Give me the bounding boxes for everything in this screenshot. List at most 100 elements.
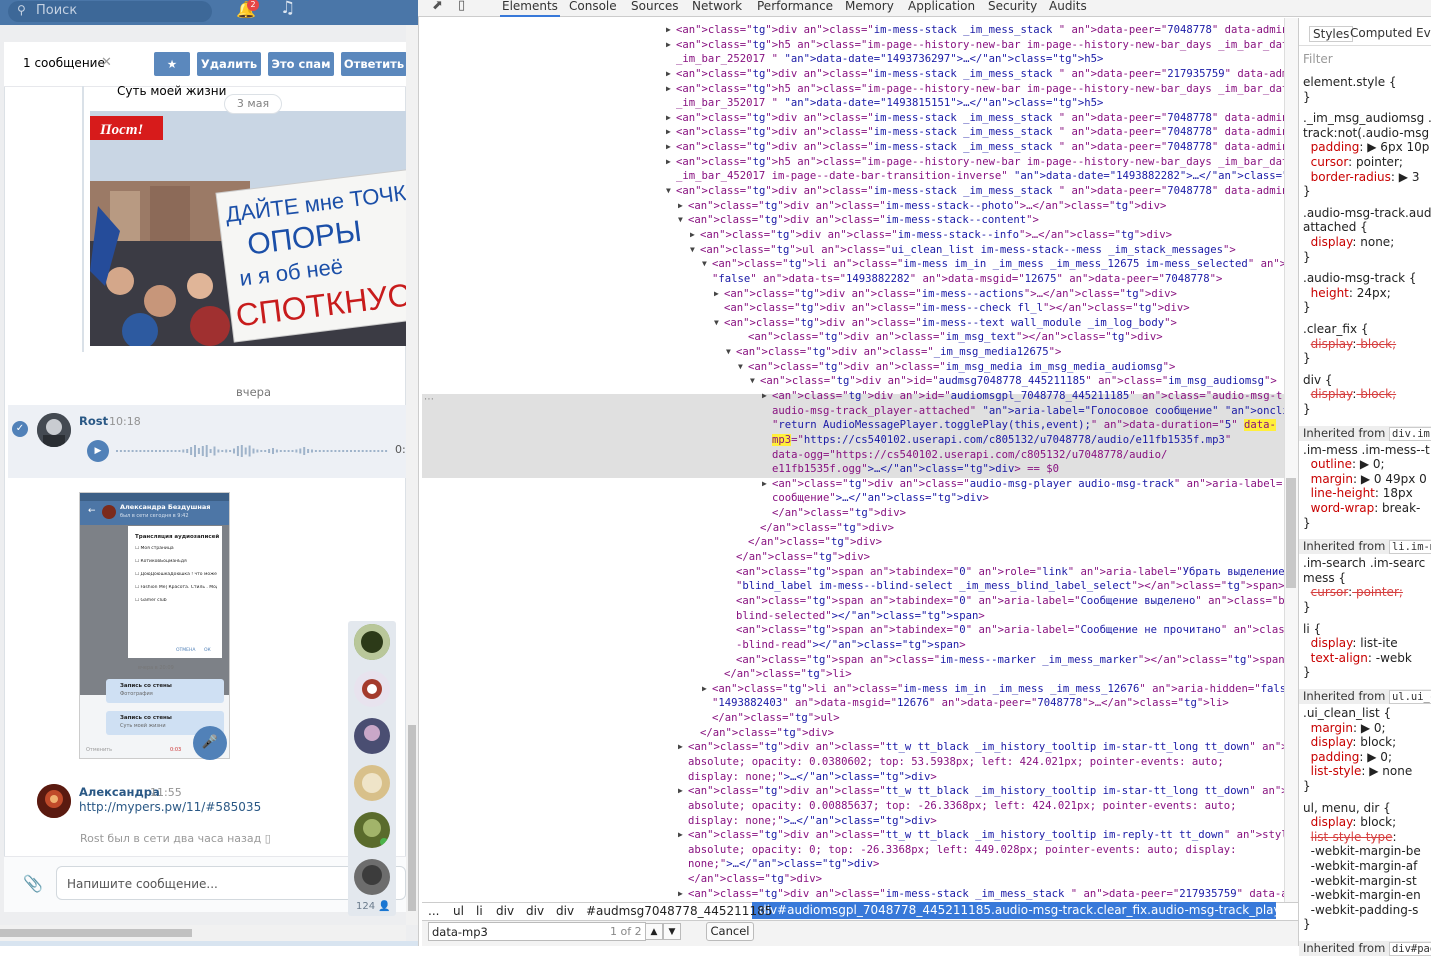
expand-arrow-icon[interactable]: ▶ <box>678 887 683 902</box>
style-rule-line[interactable]: border-radius: ▶ 3 <box>1303 170 1420 185</box>
friend-avatar[interactable] <box>354 671 390 707</box>
dom-node-line[interactable]: _im_bar_252017 " "an">data-date="1493736… <box>676 52 1103 67</box>
style-rule-line[interactable]: .audio-msg-track.aud <box>1303 206 1431 221</box>
play-icon[interactable]: ▶ <box>87 440 109 462</box>
reply-button[interactable]: Ответить <box>341 52 407 76</box>
style-rule-line[interactable]: element.style { <box>1303 75 1397 90</box>
style-rule-line[interactable]: -webkit-margin-be <box>1303 844 1421 859</box>
breadcrumb-item[interactable]: div <box>526 904 544 918</box>
audio-waveform[interactable] <box>116 444 388 458</box>
expand-arrow-icon[interactable]: ▼ <box>726 345 731 360</box>
find-prev-button[interactable]: ▲ <box>645 923 663 940</box>
style-rule-line[interactable]: li { <box>1303 622 1321 637</box>
expand-arrow-icon[interactable]: ▶ <box>762 389 767 404</box>
dom-node-line[interactable]: ▶ <an">class="tg">div an">class="tt_w tt_… <box>678 740 1284 755</box>
dom-node-line[interactable]: <an">class="tg">span an">tabindex="0" an… <box>736 565 1284 580</box>
expand-arrow-icon[interactable]: ▶ <box>762 477 767 492</box>
breadcrumb-item[interactable]: div <box>556 904 574 918</box>
tab-elements[interactable]: Elements <box>500 0 560 17</box>
dom-node-line[interactable]: ▶ <an">class="tg">div an">class="im-mess-… <box>678 199 1166 214</box>
expand-arrow-icon[interactable]: ▶ <box>702 682 707 697</box>
expand-arrow-icon[interactable]: ▶ <box>678 199 683 214</box>
dom-node-line[interactable]: audio-msg-track_player-attached" "an">ar… <box>772 404 1284 419</box>
dom-node-line[interactable]: </an">class="tg">ul> <box>712 711 840 726</box>
dom-node-line[interactable]: ▼ <an">class="tg">div an">id="audmsg70487… <box>750 374 1277 389</box>
dom-node-line[interactable]: "blind_label im-mess--blind-select _im_m… <box>736 579 1284 594</box>
tab-console[interactable]: Console <box>567 0 619 17</box>
breadcrumb-item[interactable]: #audmsg7048778_445211185 <box>586 904 772 918</box>
dom-node-line[interactable]: ▶ <an">class="tg">div an">class="audio-ms… <box>762 477 1284 492</box>
dom-node-line[interactable]: ▶ <an">class="tg">h5 an">class="im-page--… <box>666 38 1284 53</box>
style-rule-line[interactable]: display: block; <box>1303 387 1397 402</box>
breadcrumb-item[interactable]: ul <box>453 904 464 918</box>
expand-arrow-icon[interactable]: ▼ <box>678 213 683 228</box>
search-input[interactable]: ⚲ Поиск <box>8 1 212 22</box>
style-rule-line[interactable]: -webkit-margin-af <box>1303 859 1418 874</box>
style-rule-line[interactable]: track:not(.audio-msg <box>1303 126 1429 141</box>
expand-arrow-icon[interactable]: ▶ <box>690 228 695 243</box>
style-rule-line[interactable]: } <box>1303 402 1311 417</box>
expand-arrow-icon[interactable]: ▶ <box>678 784 683 799</box>
dom-node-line[interactable]: ▶ <an">class="tg">h5 an">class="im-page--… <box>666 155 1284 170</box>
device-toggle-icon[interactable]: ▯ <box>458 0 465 13</box>
dom-node-line[interactable]: ▼ <an">class="tg">div an">class="im-mess-… <box>714 316 1177 331</box>
style-rule-line[interactable]: div { <box>1303 373 1333 388</box>
style-rule-line[interactable]: .im-search .im-searc <box>1303 556 1425 571</box>
dom-node-line[interactable]: <an">class="tg">span an">tabindex="0" an… <box>736 623 1284 638</box>
dom-node-line[interactable]: absolute; opacity: 0.00885637; top: -26.… <box>688 799 1237 814</box>
expand-arrow-icon[interactable]: ▶ <box>678 828 683 843</box>
style-rule-line[interactable]: display: list-ite <box>1303 636 1398 651</box>
style-rule-line[interactable]: word-wrap: break- <box>1303 501 1421 516</box>
dom-node-line[interactable]: ▼ <an">class="tg">div an">class="im-mess-… <box>678 213 1039 228</box>
friend-avatar[interactable] <box>354 859 390 895</box>
dom-node-line[interactable]: ▶ <an">class="tg">li an">class="im-mess i… <box>702 682 1284 697</box>
dom-node-line[interactable]: _im_bar_352017 " "an">data-date="1493815… <box>676 96 1103 111</box>
style-rule-line[interactable]: outline: ▶ 0; <box>1303 457 1385 472</box>
dom-node-line[interactable]: absolute; opacity: 0; top: -26.3368px; l… <box>688 843 1237 858</box>
delete-button[interactable]: Удалить <box>197 52 261 76</box>
find-cancel-button[interactable]: Cancel <box>706 922 754 941</box>
dom-node-line[interactable]: data-ogg="https://cs540102.userapi.com/c… <box>772 448 1167 463</box>
expand-arrow-icon[interactable]: ▼ <box>666 184 671 199</box>
expand-arrow-icon[interactable]: ▶ <box>666 125 671 140</box>
clear-selection-icon[interactable]: ✕ <box>101 55 112 70</box>
style-rule-line[interactable]: list-style-type: <box>1303 830 1397 845</box>
phone-screenshot[interactable]: ← Александра Бездушная был в сети сегодн… <box>79 492 230 759</box>
inherited-selector[interactable]: div#pag <box>1388 942 1431 956</box>
avatar[interactable] <box>37 413 71 447</box>
spam-button[interactable]: Это спам <box>268 52 334 76</box>
style-rule-line[interactable]: -webkit-margin-en <box>1303 888 1421 903</box>
dom-node-line[interactable]: ▶ <an">class="tg">div an">class="im-mess-… <box>666 125 1284 140</box>
post-photo[interactable]: Пост! ДАЙТЕ мне ТОЧКУ ОПОРЫ и я об неё С… <box>90 111 406 346</box>
style-rule-line[interactable]: line-height: 18px <box>1303 486 1413 501</box>
breadcrumb-item[interactable]: ... <box>428 904 439 918</box>
inherited-selector[interactable]: li.im-m <box>1388 540 1431 555</box>
expand-arrow-icon[interactable]: ▶ <box>666 140 671 155</box>
style-rule-line[interactable]: display: block; <box>1303 735 1397 750</box>
expand-arrow-icon[interactable]: ▼ <box>738 360 743 375</box>
style-rule-line[interactable]: -webkit-padding-s <box>1303 903 1419 918</box>
inspect-icon[interactable]: ⬈ <box>432 0 443 13</box>
dom-node-line[interactable]: "return AudioMessagePlayer.togglePlay(th… <box>772 418 1276 433</box>
style-rule-line[interactable]: } <box>1303 779 1311 794</box>
horizontal-scrollbar-thumb[interactable] <box>0 929 192 937</box>
dom-node-line[interactable]: absolute; opacity: 0.0380602; top: 53.59… <box>688 755 1224 770</box>
style-rule-line[interactable]: } <box>1303 184 1311 199</box>
friend-avatar[interactable] <box>354 718 390 754</box>
dom-node-line[interactable]: <an">class="tg">div an">class="im_msg_te… <box>748 330 1163 345</box>
style-rule-line[interactable]: cursor: pointer; <box>1303 155 1403 170</box>
tab-security[interactable]: Security <box>986 0 1039 17</box>
dom-node-line[interactable]: ▼ <an">class="tg">ul an">class="ui_clean_… <box>690 243 1236 258</box>
breadcrumb-selected[interactable]: div#audiomsgpl_7048778_445211185.audio-m… <box>752 902 1276 919</box>
dom-node-line[interactable]: -blind-read"></"an">class="tg">span> <box>736 638 966 653</box>
vk-scrollbar-thumb[interactable] <box>408 725 416 911</box>
dom-node-line[interactable]: ▼ <an">class="tg">li an">class="im-mess i… <box>702 257 1284 272</box>
dom-node-line[interactable]: <an">class="tg">span an">class="im-mess-… <box>736 653 1284 668</box>
style-rule-line[interactable]: margin: ▶ 0; <box>1303 721 1386 736</box>
style-rule-line[interactable]: .ui_clean_list { <box>1303 706 1391 721</box>
tab-network[interactable]: Network <box>690 0 744 17</box>
dom-node-line[interactable]: </an">class="tg">div> <box>736 550 870 565</box>
style-rule-line[interactable]: height: 24px; <box>1303 286 1391 301</box>
dom-node-line[interactable]: ▶ <an">class="tg">div an">class="tt_w tt_… <box>678 784 1284 799</box>
expand-arrow-icon[interactable]: ▶ <box>666 67 671 82</box>
